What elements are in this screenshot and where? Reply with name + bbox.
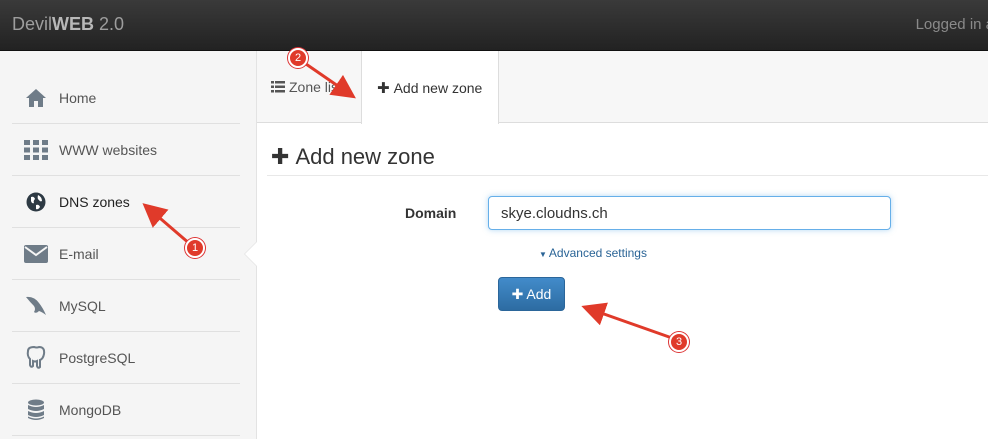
plus-icon: ✚ (377, 79, 390, 97)
database-icon (23, 397, 49, 423)
main-content: Zone list ✚ Add new zone ✚ Add new zone … (257, 51, 988, 439)
envelope-icon (23, 241, 49, 267)
home-icon (23, 85, 49, 111)
sidebar-item-label: MongoDB (59, 401, 122, 418)
annotation-badge-3: 3 (669, 332, 689, 352)
sidebar-item-label: Home (59, 89, 97, 106)
tab-bar: Zone list ✚ Add new zone (257, 51, 988, 124)
sidebar-item-label: PostgreSQL (59, 349, 136, 366)
add-button-label: Add (526, 286, 552, 302)
annotation-badge-2: 2 (288, 48, 308, 68)
sidebar-item-label: DNS zones (59, 193, 130, 210)
list-icon (271, 81, 285, 93)
sidebar-item-email[interactable]: E-mail (12, 228, 240, 280)
page-title: ✚ Add new zone (271, 144, 435, 170)
elephant-icon (23, 345, 49, 371)
app-brand[interactable]: DevilWEB 2.0 (12, 14, 124, 35)
advanced-settings-label: Advanced settings (548, 246, 647, 260)
sidebar-item-label: WWW websites (59, 141, 157, 158)
plus-icon: ✚ (511, 285, 524, 302)
sidebar-item-mongodb[interactable]: MongoDB (12, 384, 240, 436)
domain-label: Domain (405, 205, 457, 221)
tab-zone-list[interactable]: Zone list (271, 51, 361, 123)
divider (267, 175, 988, 176)
sidebar-item-dns-zones[interactable]: DNS zones (12, 176, 240, 228)
tab-add-new-zone[interactable]: ✚ Add new zone (361, 51, 499, 124)
plus-icon: ✚ (271, 144, 290, 169)
sidebar-item-mysql[interactable]: MySQL (12, 280, 240, 332)
caret-down-icon: ▼ (539, 250, 547, 259)
sidebar: Home WWW websites DNS zones E-mail MySQL (0, 51, 257, 439)
active-indicator (245, 242, 257, 266)
add-button[interactable]: ✚ Add (498, 277, 565, 311)
tab-label: Add new zone (393, 79, 483, 96)
brand-bold: WEB (52, 14, 95, 34)
sidebar-item-postgresql[interactable]: PostgreSQL (12, 332, 240, 384)
tab-label: Zone list (289, 79, 342, 95)
grid-icon (23, 137, 49, 163)
annotation-badge-1: 1 (185, 238, 205, 258)
page-title-text: Add new zone (295, 144, 435, 169)
sidebar-item-home[interactable]: Home (12, 72, 240, 124)
domain-input[interactable] (488, 196, 891, 230)
dolphin-icon (23, 293, 49, 319)
brand-light: Devil (12, 14, 53, 34)
logged-in-text: Logged in a (915, 16, 988, 33)
sidebar-item-label: E-mail (59, 245, 99, 262)
sidebar-item-label: MySQL (59, 297, 106, 314)
globe-icon (23, 189, 49, 215)
advanced-settings-toggle[interactable]: ▼ Advanced settings (539, 246, 647, 260)
brand-version: 2.0 (94, 14, 125, 34)
sidebar-item-www-websites[interactable]: WWW websites (12, 124, 240, 176)
top-navbar: DevilWEB 2.0 Logged in a (0, 0, 988, 51)
